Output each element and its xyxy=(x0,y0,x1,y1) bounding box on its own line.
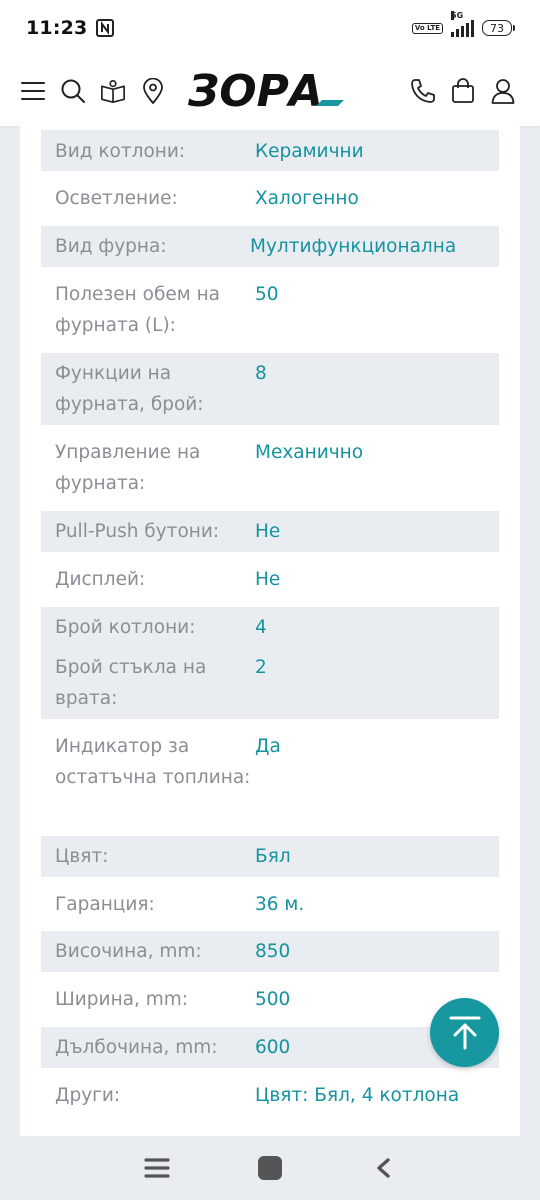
spec-key: Ширина, mm: xyxy=(55,989,189,1010)
spec-row: Други: Цвят: Бял, 4 котлона xyxy=(41,1068,499,1136)
spec-key: Височина, mm: xyxy=(55,941,202,962)
spec-key: Функции на фурната, брой: xyxy=(55,363,204,415)
volte-badge: Vo LTE xyxy=(411,22,443,34)
network-type: 5G xyxy=(451,11,464,20)
arrow-up-icon xyxy=(449,1016,480,1049)
phone-icon[interactable] xyxy=(410,78,436,104)
battery-level: 73 xyxy=(490,21,504,35)
spec-value: Механично xyxy=(255,442,364,463)
scroll-to-top-button[interactable] xyxy=(430,998,499,1067)
search-icon[interactable] xyxy=(60,78,86,104)
home-button[interactable] xyxy=(255,1153,285,1183)
spec-key: Брой стъкла на врата: xyxy=(55,657,207,709)
spec-value: Не xyxy=(255,569,281,590)
spec-row: Цвят: Бял xyxy=(41,836,499,877)
spec-key: Вид фурна: xyxy=(55,236,167,257)
user-icon[interactable] xyxy=(490,78,516,104)
spec-key: Осветление: xyxy=(55,188,178,209)
spec-key: Индикатор за остатъчна топлина: xyxy=(55,736,251,788)
spec-row: Височина, mm: 850 xyxy=(41,931,499,972)
location-icon[interactable] xyxy=(140,78,166,104)
product-specs-card: Вид котлони: Керамични Осветление: Халог… xyxy=(20,126,520,1136)
spec-row: Вид котлони: Керамични xyxy=(41,130,499,171)
spec-key: Pull-Push бутони: xyxy=(55,521,220,542)
status-bar: 11:23 Vo LTE 5G 73 xyxy=(0,0,540,56)
spec-key: Дълбочина, mm: xyxy=(55,1037,218,1058)
spec-row: Брой котлони: 4 xyxy=(41,607,499,647)
status-time: 11:23 xyxy=(26,17,88,39)
spec-row: Индикатор за остатъчна топлина: Да xyxy=(41,719,499,836)
catalog-icon[interactable] xyxy=(100,78,126,104)
system-nav-bar xyxy=(0,1136,540,1200)
back-chevron-icon xyxy=(377,1158,391,1178)
spec-value: 850 xyxy=(255,941,291,962)
spec-value: Керамични xyxy=(255,141,364,162)
spec-row: Гаранция: 36 м. xyxy=(41,877,499,931)
spec-key: Цвят: xyxy=(55,846,109,867)
spec-key: Брой котлони: xyxy=(55,617,196,638)
site-header: ЗОРА xyxy=(0,56,540,126)
site-logo[interactable]: ЗОРА xyxy=(188,66,346,116)
spec-value: 36 м. xyxy=(255,894,305,915)
spec-row: Функции на фурната, брой: 8 xyxy=(41,353,499,425)
spec-row: Управление на фурната: Механично xyxy=(41,425,499,511)
spec-value: Цвят: Бял, 4 котлона xyxy=(255,1085,460,1106)
spec-key: Управление на фурната: xyxy=(55,442,201,494)
spec-table: Вид котлони: Керамични Осветление: Халог… xyxy=(41,130,499,1136)
spec-row: Брой стъкла на врата: 2 xyxy=(41,647,499,719)
spec-value: Бял xyxy=(255,846,291,867)
svg-text:ЗОРА: ЗОРА xyxy=(188,70,323,112)
cart-icon[interactable] xyxy=(450,78,476,104)
spec-row: Полезен обем на фурната (L): 50 xyxy=(41,267,499,353)
spec-key: Други: xyxy=(55,1085,121,1106)
spec-value: 2 xyxy=(255,657,267,678)
menu-lines-icon xyxy=(144,1158,170,1178)
back-button[interactable] xyxy=(368,1153,398,1183)
menu-icon[interactable] xyxy=(20,78,46,104)
spec-key: Гаранция: xyxy=(55,894,155,915)
spec-value: Не xyxy=(255,521,281,542)
recent-apps-button[interactable] xyxy=(142,1153,172,1183)
home-square-icon xyxy=(257,1156,282,1180)
spec-value: 8 xyxy=(255,363,267,384)
spec-value: Да xyxy=(255,736,281,757)
logo-mark: ЗОРА xyxy=(188,70,344,112)
spec-value: Халогенно xyxy=(255,188,359,209)
spec-key: Дисплей: xyxy=(55,569,146,590)
spec-key: Полезен обем на фурната (L): xyxy=(55,284,221,336)
spec-row: Ширина, mm: 500 xyxy=(41,972,499,1027)
nfc-icon xyxy=(96,19,115,37)
battery-icon: 73 xyxy=(482,20,515,36)
spec-row: Вид фурна: Мултифункционална xyxy=(41,226,499,267)
spec-row: Осветление: Халогенно xyxy=(41,171,499,226)
spec-row: Pull-Push бутони: Не xyxy=(41,511,499,552)
spec-value: Мултифункционална xyxy=(250,236,457,257)
signal-icon: 5G xyxy=(451,11,474,37)
spec-row: Дисплей: Не xyxy=(41,552,499,607)
spec-key: Вид котлони: xyxy=(55,141,186,162)
spec-value: 4 xyxy=(255,617,267,638)
spec-value: 50 xyxy=(255,284,279,305)
